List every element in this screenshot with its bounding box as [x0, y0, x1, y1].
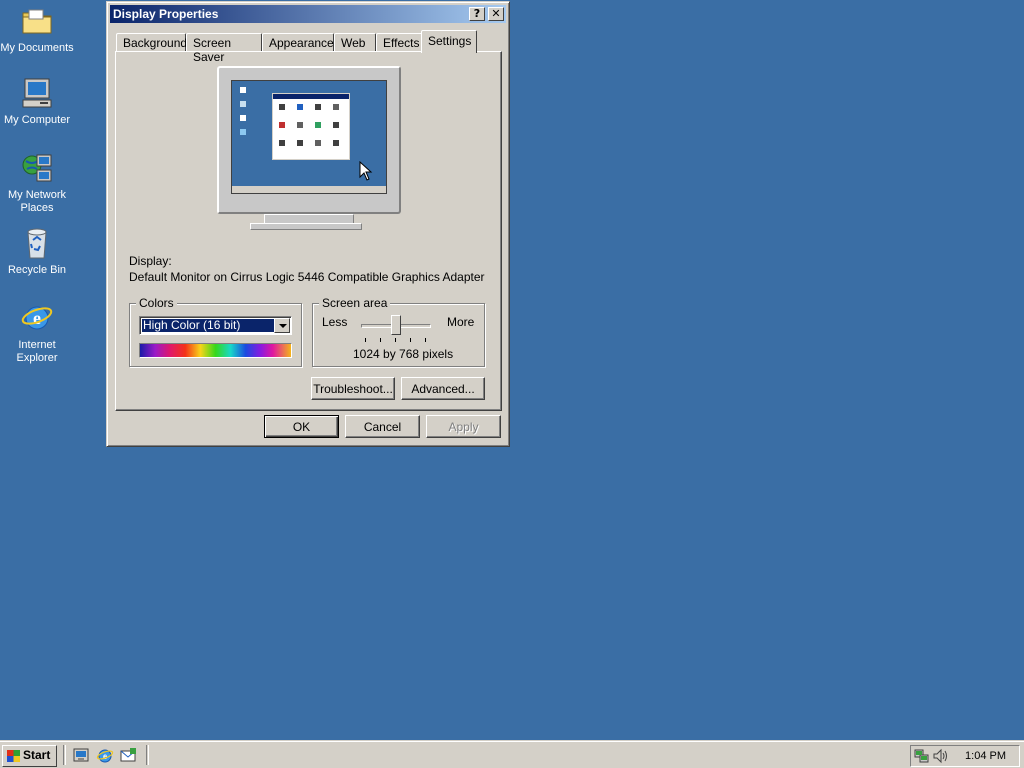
screen-area-group-title: Screen area [319, 296, 391, 310]
volume-icon[interactable] [932, 748, 948, 764]
preview-taskbar [232, 186, 386, 193]
computer-icon [20, 76, 54, 110]
screen-area-group: Screen area Less More 1024 by 768 pixels [312, 296, 485, 367]
monitor-base [250, 223, 362, 230]
resolution-text: 1024 by 768 pixels [353, 347, 454, 361]
slider-tick [365, 338, 366, 342]
desktop-icon-label: My Computer [3, 114, 71, 126]
less-label: Less [322, 315, 348, 329]
colors-select[interactable]: High Color (16 bit) [139, 316, 292, 335]
help-button[interactable]: ? [469, 7, 485, 21]
tab-effects[interactable]: Effects [376, 33, 423, 52]
window-title: Display Properties [113, 7, 219, 21]
ok-button[interactable]: OK [264, 415, 339, 438]
apply-button[interactable]: Apply [426, 415, 501, 438]
colors-selected-value: High Color (16 bit) [142, 319, 274, 332]
cancel-button[interactable]: Cancel [345, 415, 420, 438]
desktop-icon-label: Recycle Bin [7, 264, 67, 276]
close-button[interactable]: ✕ [488, 7, 504, 21]
more-label: More [447, 315, 475, 329]
ie-icon[interactable]: e [96, 747, 114, 764]
recycle-bin-icon [20, 226, 54, 260]
desktop-icon-internet-explorer[interactable]: e Internet Explorer [0, 301, 74, 365]
troubleshoot-button[interactable]: Troubleshoot... [311, 377, 395, 400]
tab-settings[interactable]: Settings [421, 30, 477, 53]
desktop-icon-recycle-bin[interactable]: Recycle Bin [0, 226, 74, 277]
network-status-icon[interactable] [914, 748, 930, 764]
desktop-icon-label: My Network Places [7, 189, 67, 214]
slider-tick [380, 338, 381, 342]
slider-tick [410, 338, 411, 342]
resolution-slider-thumb[interactable] [391, 315, 401, 335]
system-tray: 1:04 PM [910, 745, 1020, 767]
clock[interactable]: 1:04 PM [965, 750, 1006, 762]
display-adapter-text: Default Monitor on Cirrus Logic 5446 Com… [129, 270, 485, 284]
slider-tick [425, 338, 426, 342]
cursor-icon [359, 161, 373, 181]
ie-icon: e [20, 301, 54, 335]
slider-tick [395, 338, 396, 342]
start-label: Start [23, 748, 51, 762]
monitor-preview [217, 66, 401, 214]
network-icon [20, 151, 54, 185]
settings-panel: Display: Default Monitor on Cirrus Logic… [115, 51, 502, 411]
title-bar[interactable]: Display Properties ? ✕ [110, 5, 506, 23]
start-button[interactable]: Start [2, 745, 57, 767]
folder-icon [20, 4, 54, 38]
chevron-down-icon[interactable] [274, 318, 290, 333]
tab-appearance[interactable]: Appearance [262, 33, 334, 52]
tab-web[interactable]: Web [334, 33, 376, 52]
desktop-icon-network-places[interactable]: My Network Places [0, 151, 74, 215]
display-properties-window: Display Properties ? ✕ Background Screen… [106, 1, 510, 447]
display-label: Display: [129, 254, 172, 268]
desktop-icon-my-computer[interactable]: My Computer [0, 76, 74, 127]
taskbar-separator [63, 745, 66, 765]
colors-group: Colors High Color (16 bit) [129, 296, 302, 367]
tab-background[interactable]: Background [116, 33, 187, 52]
desktop-icon-my-documents[interactable]: My Documents [0, 4, 74, 55]
colors-group-title: Colors [136, 296, 177, 310]
show-desktop-icon[interactable] [72, 747, 90, 764]
advanced-button[interactable]: Advanced... [401, 377, 485, 400]
monitor-screen [231, 80, 387, 194]
desktop-icon-label: My Documents [0, 42, 74, 54]
color-spectrum-bar [139, 343, 292, 358]
taskbar-separator [146, 745, 149, 765]
preview-window [272, 93, 350, 160]
windows-logo-icon [7, 750, 20, 762]
desktop-icon-label: Internet Explorer [16, 339, 58, 364]
outlook-express-icon[interactable] [119, 747, 137, 764]
taskbar: Start e 1:04 PM [0, 740, 1024, 768]
tab-screen-saver[interactable]: Screen Saver [186, 33, 262, 64]
